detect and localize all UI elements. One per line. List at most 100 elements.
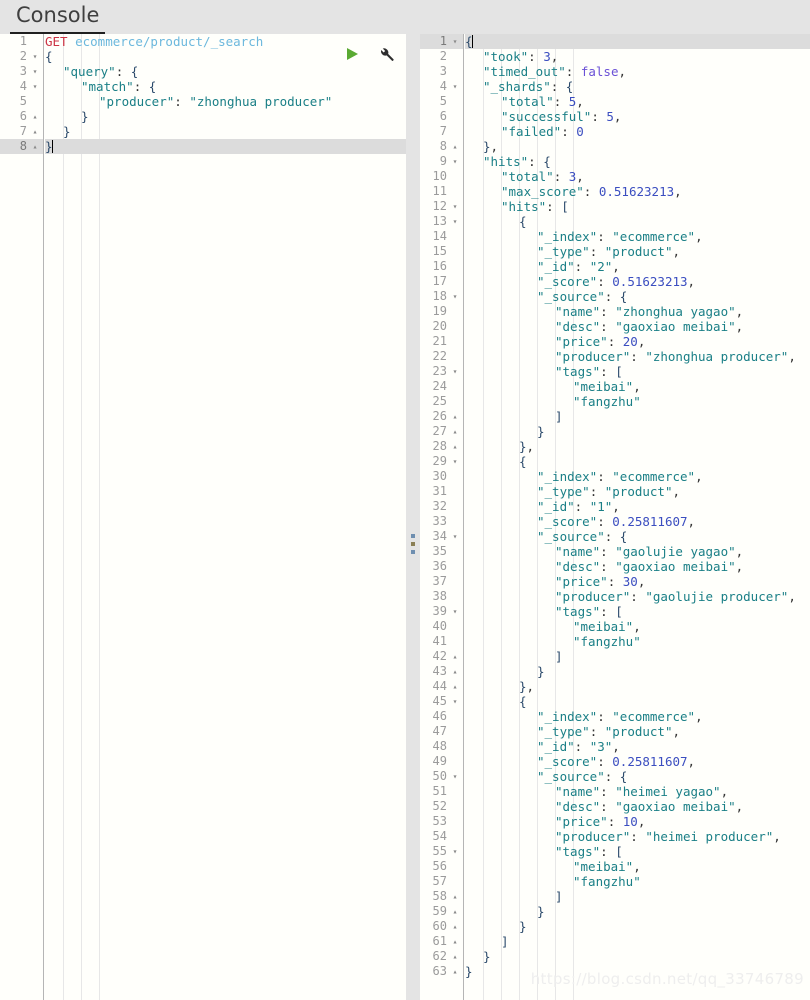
fold-toggle-icon[interactable]: ▴ bbox=[450, 919, 460, 934]
gutter-line[interactable]: 28 ▴ bbox=[420, 439, 463, 454]
fold-toggle-icon[interactable]: ▾ bbox=[30, 49, 40, 64]
gutter-line[interactable]: 15 bbox=[420, 244, 463, 259]
response-gutter[interactable]: 1 ▾ 2 3 4 ▾ 5 6 7 8 ▴ 9 ▾ 10 11 12 ▾ 13 ▾ 14 15 16 17 18 ▾ 19 20 21… bbox=[420, 34, 464, 1000]
fold-toggle-icon[interactable]: ▴ bbox=[450, 649, 460, 664]
fold-toggle-icon[interactable]: ▴ bbox=[450, 949, 460, 964]
gutter-line[interactable]: 26 ▴ bbox=[420, 409, 463, 424]
gutter-line[interactable]: 6 ▴ bbox=[0, 109, 43, 124]
code-line[interactable]: "_score": 0.51623213, bbox=[465, 274, 810, 289]
fold-toggle-icon[interactable]: ▾ bbox=[450, 154, 460, 169]
code-line[interactable]: "name": "zhonghua yagao", bbox=[465, 304, 810, 319]
code-line[interactable]: } bbox=[465, 904, 810, 919]
gutter-line[interactable]: 3 bbox=[420, 64, 463, 79]
gutter-line[interactable]: 19 bbox=[420, 304, 463, 319]
fold-toggle-icon[interactable]: ▴ bbox=[30, 109, 40, 124]
code-line[interactable]: "_index": "ecommerce", bbox=[465, 709, 810, 724]
gutter-line[interactable]: 21 bbox=[420, 334, 463, 349]
request-code-editor[interactable]: 1 2 ▾ 3 ▾ 4 ▾ 5 6 ▴ 7 ▴ 8 ▴ GET ecommerce/product/_se… bbox=[0, 34, 406, 1000]
gutter-line[interactable]: 14 bbox=[420, 229, 463, 244]
code-line[interactable]: "meibai", bbox=[465, 379, 810, 394]
gutter-line[interactable]: 35 bbox=[420, 544, 463, 559]
fold-toggle-icon[interactable]: ▾ bbox=[30, 79, 40, 94]
code-line[interactable]: } bbox=[465, 964, 810, 979]
code-line[interactable]: } bbox=[465, 424, 810, 439]
gutter-line[interactable]: 10 bbox=[420, 169, 463, 184]
play-icon[interactable] bbox=[342, 44, 362, 64]
code-line[interactable]: "price": 30, bbox=[465, 574, 810, 589]
code-line[interactable]: { bbox=[465, 214, 810, 229]
code-line[interactable]: "meibai", bbox=[465, 619, 810, 634]
gutter-line[interactable]: 31 bbox=[420, 484, 463, 499]
gutter-line[interactable]: 2 bbox=[420, 49, 463, 64]
code-line[interactable]: "took": 3, bbox=[465, 49, 810, 64]
code-line[interactable]: "_shards": { bbox=[465, 79, 810, 94]
code-line[interactable]: "desc": "gaoxiao meibai", bbox=[465, 799, 810, 814]
code-line[interactable]: "_source": { bbox=[465, 289, 810, 304]
fold-toggle-icon[interactable]: ▴ bbox=[450, 904, 460, 919]
fold-toggle-icon[interactable]: ▾ bbox=[450, 214, 460, 229]
code-line[interactable]: "query": { bbox=[45, 64, 406, 79]
code-line[interactable]: }, bbox=[465, 139, 810, 154]
fold-toggle-icon[interactable]: ▾ bbox=[450, 79, 460, 94]
gutter-line[interactable]: 51 bbox=[420, 784, 463, 799]
code-line[interactable]: }, bbox=[465, 439, 810, 454]
gutter-line[interactable]: 7 bbox=[420, 124, 463, 139]
fold-toggle-icon[interactable]: ▴ bbox=[450, 139, 460, 154]
code-line[interactable]: "successful": 5, bbox=[465, 109, 810, 124]
gutter-line[interactable]: 42 ▴ bbox=[420, 649, 463, 664]
gutter-line[interactable]: 34 ▾ bbox=[420, 529, 463, 544]
code-line[interactable]: ] bbox=[465, 934, 810, 949]
gutter-line[interactable]: 58 ▴ bbox=[420, 889, 463, 904]
code-line[interactable]: "meibai", bbox=[465, 859, 810, 874]
gutter-line[interactable]: 36 bbox=[420, 559, 463, 574]
gutter-line[interactable]: 47 bbox=[420, 724, 463, 739]
drag-handle-icon[interactable] bbox=[411, 534, 415, 558]
gutter-line[interactable]: 37 bbox=[420, 574, 463, 589]
fold-toggle-icon[interactable]: ▾ bbox=[450, 769, 460, 784]
gutter-line[interactable]: 4 ▾ bbox=[0, 79, 43, 94]
code-line[interactable]: "producer": "heimei producer", bbox=[465, 829, 810, 844]
gutter-line[interactable]: 43 ▴ bbox=[420, 664, 463, 679]
fold-toggle-icon[interactable]: ▾ bbox=[450, 844, 460, 859]
fold-toggle-icon[interactable]: ▴ bbox=[30, 124, 40, 139]
request-code-lines[interactable]: GET ecommerce/product/_search{"query": {… bbox=[45, 34, 406, 1000]
gutter-line[interactable]: 1 ▾ bbox=[420, 34, 463, 49]
gutter-line[interactable]: 9 ▾ bbox=[420, 154, 463, 169]
code-line[interactable]: ] bbox=[465, 649, 810, 664]
gutter-line[interactable]: 56 bbox=[420, 859, 463, 874]
code-line[interactable]: "hits": { bbox=[465, 154, 810, 169]
gutter-line[interactable]: 41 bbox=[420, 634, 463, 649]
code-line[interactable]: "timed_out": false, bbox=[465, 64, 810, 79]
code-line[interactable]: "_score": 0.25811607, bbox=[465, 754, 810, 769]
code-line[interactable]: "fangzhu" bbox=[465, 394, 810, 409]
gutter-line[interactable]: 1 bbox=[0, 34, 43, 49]
code-line[interactable]: { bbox=[465, 454, 810, 469]
gutter-line[interactable]: 13 ▾ bbox=[420, 214, 463, 229]
fold-toggle-icon[interactable]: ▴ bbox=[450, 964, 460, 979]
gutter-line[interactable]: 48 bbox=[420, 739, 463, 754]
code-line[interactable]: ] bbox=[465, 889, 810, 904]
gutter-line[interactable]: 20 bbox=[420, 319, 463, 334]
code-line[interactable]: "_id": "3", bbox=[465, 739, 810, 754]
gutter-line[interactable]: 5 bbox=[420, 94, 463, 109]
fold-toggle-icon[interactable]: ▴ bbox=[450, 409, 460, 424]
code-line[interactable]: "tags": [ bbox=[465, 844, 810, 859]
code-line[interactable]: "_type": "product", bbox=[465, 244, 810, 259]
code-line[interactable]: "_type": "product", bbox=[465, 724, 810, 739]
code-line[interactable]: "max_score": 0.51623213, bbox=[465, 184, 810, 199]
gutter-line[interactable]: 23 ▾ bbox=[420, 364, 463, 379]
gutter-line[interactable]: 3 ▾ bbox=[0, 64, 43, 79]
code-line[interactable]: "tags": [ bbox=[465, 604, 810, 619]
gutter-line[interactable]: 44 ▴ bbox=[420, 679, 463, 694]
code-line[interactable]: { bbox=[465, 694, 810, 709]
response-code-lines[interactable]: {"took": 3, "timed_out": false, "_shards":… bbox=[465, 34, 810, 1000]
gutter-line[interactable]: 11 bbox=[420, 184, 463, 199]
gutter-line[interactable]: 17 bbox=[420, 274, 463, 289]
gutter-line[interactable]: 49 bbox=[420, 754, 463, 769]
code-line[interactable]: { bbox=[465, 34, 810, 49]
code-line[interactable]: ] bbox=[465, 409, 810, 424]
gutter-line[interactable]: 4 ▾ bbox=[420, 79, 463, 94]
code-line[interactable]: "_index": "ecommerce", bbox=[465, 229, 810, 244]
gutter-line[interactable]: 30 bbox=[420, 469, 463, 484]
gutter-line[interactable]: 54 bbox=[420, 829, 463, 844]
